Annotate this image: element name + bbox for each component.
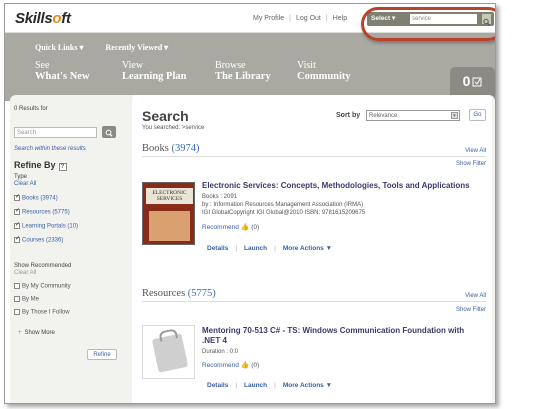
help-icon[interactable]: ? bbox=[58, 163, 67, 171]
resource-thumbnail[interactable] bbox=[142, 325, 195, 379]
checkbox-checked[interactable] bbox=[14, 221, 20, 229]
nav-community[interactable]: Visit Community bbox=[297, 60, 387, 83]
refine-search-input[interactable]: Search bbox=[14, 127, 97, 138]
resources-view-all-link[interactable]: View All bbox=[465, 293, 486, 299]
filter-books[interactable]: Books (3974) bbox=[14, 193, 58, 202]
books-show-filter-link[interactable]: Show Filter bbox=[456, 161, 486, 167]
filter-learning-portals[interactable]: Learning Portals (10) bbox=[14, 221, 78, 230]
refine-button[interactable]: Refine bbox=[87, 349, 117, 360]
more-actions-menu[interactable]: More Actions ▼ bbox=[283, 382, 332, 389]
show-more-link[interactable]: + Show More bbox=[18, 330, 55, 336]
top-links: My Profile | Log Out | Help bbox=[253, 15, 348, 22]
quick-links-row: Quick Links ▾ Recently Viewed ▾ bbox=[35, 43, 188, 52]
section-books-heading[interactable]: Books (3974) bbox=[142, 143, 199, 154]
log-out-link[interactable]: Log Out bbox=[296, 15, 321, 22]
divider bbox=[142, 156, 486, 157]
thumbs-up-icon: 👍 bbox=[240, 224, 250, 231]
skillsoft-logo[interactable]: Skillsoft bbox=[15, 10, 71, 27]
details-link[interactable]: Details bbox=[207, 382, 228, 389]
browser-frame: Skillsoft My Profile | Log Out | Help Select… bbox=[4, 3, 496, 404]
help-link[interactable]: Help bbox=[333, 15, 347, 22]
result-title-link[interactable]: Mentoring 70-513 C# - TS: Windows Commun… bbox=[202, 326, 482, 346]
filter-by-me[interactable]: By Me bbox=[14, 296, 39, 303]
sort-select[interactable]: Relevance ▾ bbox=[366, 110, 460, 121]
result-title-link[interactable]: Electronic Services: Concepts, Methodolo… bbox=[202, 181, 482, 191]
search-icon bbox=[105, 129, 113, 137]
filter-resources[interactable]: Resources (5775) bbox=[14, 207, 70, 216]
quick-links-menu[interactable]: Quick Links ▾ bbox=[35, 43, 83, 52]
nav-library[interactable]: Browse The Library bbox=[215, 60, 305, 83]
details-link[interactable]: Details bbox=[207, 245, 228, 252]
plus-icon: + bbox=[18, 330, 22, 336]
result-publisher: IGI GlobalCopyright IGI Global@2010 ISBN… bbox=[202, 210, 366, 216]
cover-image bbox=[149, 211, 190, 241]
thumbs-up-icon: 👍 bbox=[240, 362, 250, 369]
refine-sidebar: 0 Results for Search Search within these… bbox=[14, 103, 124, 403]
refine-by-heading: Refine By? bbox=[14, 160, 67, 171]
search-results: Search You searched: >service Sort by Re… bbox=[132, 95, 492, 403]
books-view-all-link[interactable]: View All bbox=[465, 148, 486, 154]
chevron-down-icon: ▾ bbox=[451, 112, 458, 119]
sort-by-label: Sort by bbox=[336, 112, 361, 119]
result-duration: Duration : 0:0 bbox=[202, 349, 239, 355]
cart-count: 0 bbox=[462, 73, 471, 89]
refine-search-button[interactable] bbox=[102, 126, 116, 138]
type-label: Type bbox=[14, 174, 28, 180]
briefcase-icon bbox=[151, 333, 189, 373]
my-profile-link[interactable]: My Profile bbox=[253, 15, 284, 22]
result-author: by : Information Resources Management As… bbox=[202, 202, 364, 208]
launch-link[interactable]: Launch bbox=[244, 382, 267, 389]
checkbox-checked[interactable] bbox=[14, 207, 20, 215]
checkbox[interactable] bbox=[14, 283, 20, 289]
sort-go-button[interactable]: Go bbox=[469, 109, 486, 121]
nav-learning-plan[interactable]: View Learning Plan bbox=[122, 60, 212, 83]
checkbox[interactable] bbox=[14, 296, 20, 302]
checkbox-checked[interactable] bbox=[14, 193, 20, 201]
recommend-link[interactable]: Recommend 👍 (0) bbox=[202, 361, 259, 369]
filter-by-my-community[interactable]: By My Community bbox=[14, 283, 71, 290]
search-within-link[interactable]: Search within these results bbox=[14, 146, 86, 152]
recommend-link[interactable]: Recommend 👍 (0) bbox=[202, 223, 259, 231]
result-type: Books : 2091 bbox=[202, 194, 238, 200]
cart-icon bbox=[472, 77, 482, 87]
more-actions-menu[interactable]: More Actions ▼ bbox=[283, 245, 332, 252]
main-nav: Quick Links ▾ Recently Viewed ▾ See What… bbox=[5, 33, 495, 101]
section-resources-heading[interactable]: Resources (5775) bbox=[142, 288, 216, 299]
clear-all-type-link[interactable]: Clear All bbox=[14, 181, 36, 187]
content-panel: 0 Results for Search Search within these… bbox=[10, 95, 495, 403]
resources-show-filter-link[interactable]: Show Filter bbox=[456, 307, 486, 313]
page-title: Search bbox=[142, 108, 189, 124]
result-actions: Details | Launch | More Actions ▼ bbox=[207, 382, 333, 389]
checkbox-checked[interactable] bbox=[14, 235, 20, 243]
divider bbox=[142, 301, 486, 302]
book-cover-thumbnail[interactable]: ELECTRONIC SERVICES bbox=[142, 182, 195, 245]
searched-query: You searched: >service bbox=[142, 125, 205, 131]
clear-all-recommended-link[interactable]: Clear All bbox=[14, 270, 36, 276]
recently-viewed-menu[interactable]: Recently Viewed ▾ bbox=[105, 43, 168, 52]
filter-courses[interactable]: Courses (2336) bbox=[14, 235, 63, 244]
nav-whats-new[interactable]: See What's New bbox=[35, 60, 125, 83]
show-recommended-label: Show Recommended bbox=[14, 263, 72, 269]
launch-link[interactable]: Launch bbox=[244, 245, 267, 252]
annotation-highlight-ring bbox=[361, 7, 495, 41]
result-actions: Details | Launch | More Actions ▼ bbox=[207, 245, 333, 252]
results-count: 0 Results for bbox=[14, 106, 48, 112]
checkbox[interactable] bbox=[14, 309, 20, 315]
filter-by-those-i-follow[interactable]: By Those I Follow bbox=[14, 309, 70, 316]
